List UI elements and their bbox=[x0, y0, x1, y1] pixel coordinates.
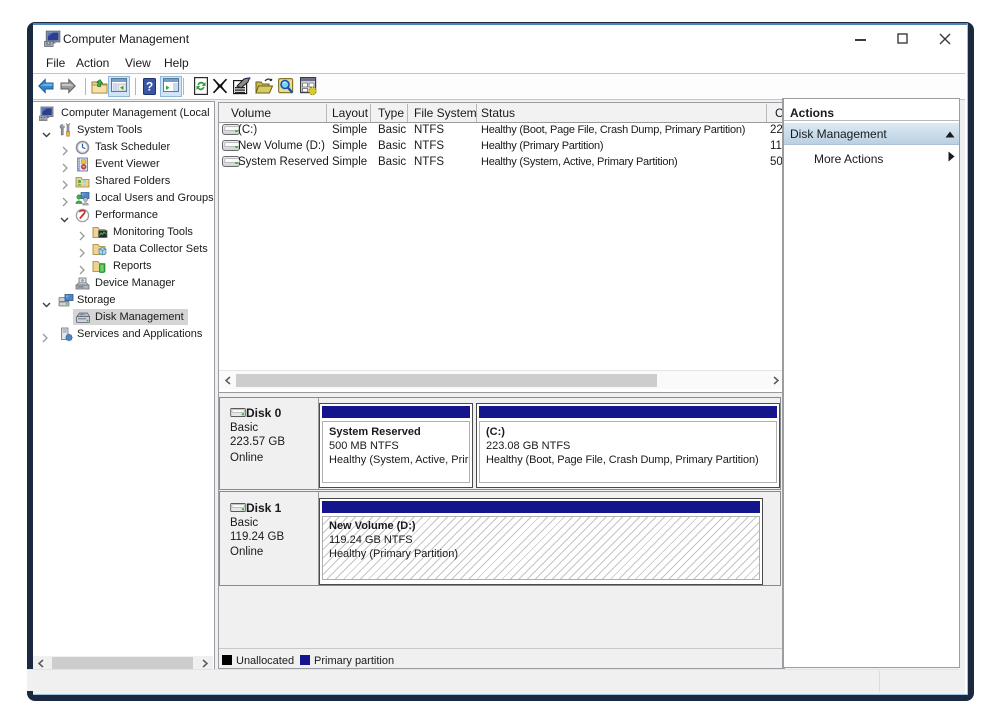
svg-text:?: ? bbox=[146, 80, 153, 94]
